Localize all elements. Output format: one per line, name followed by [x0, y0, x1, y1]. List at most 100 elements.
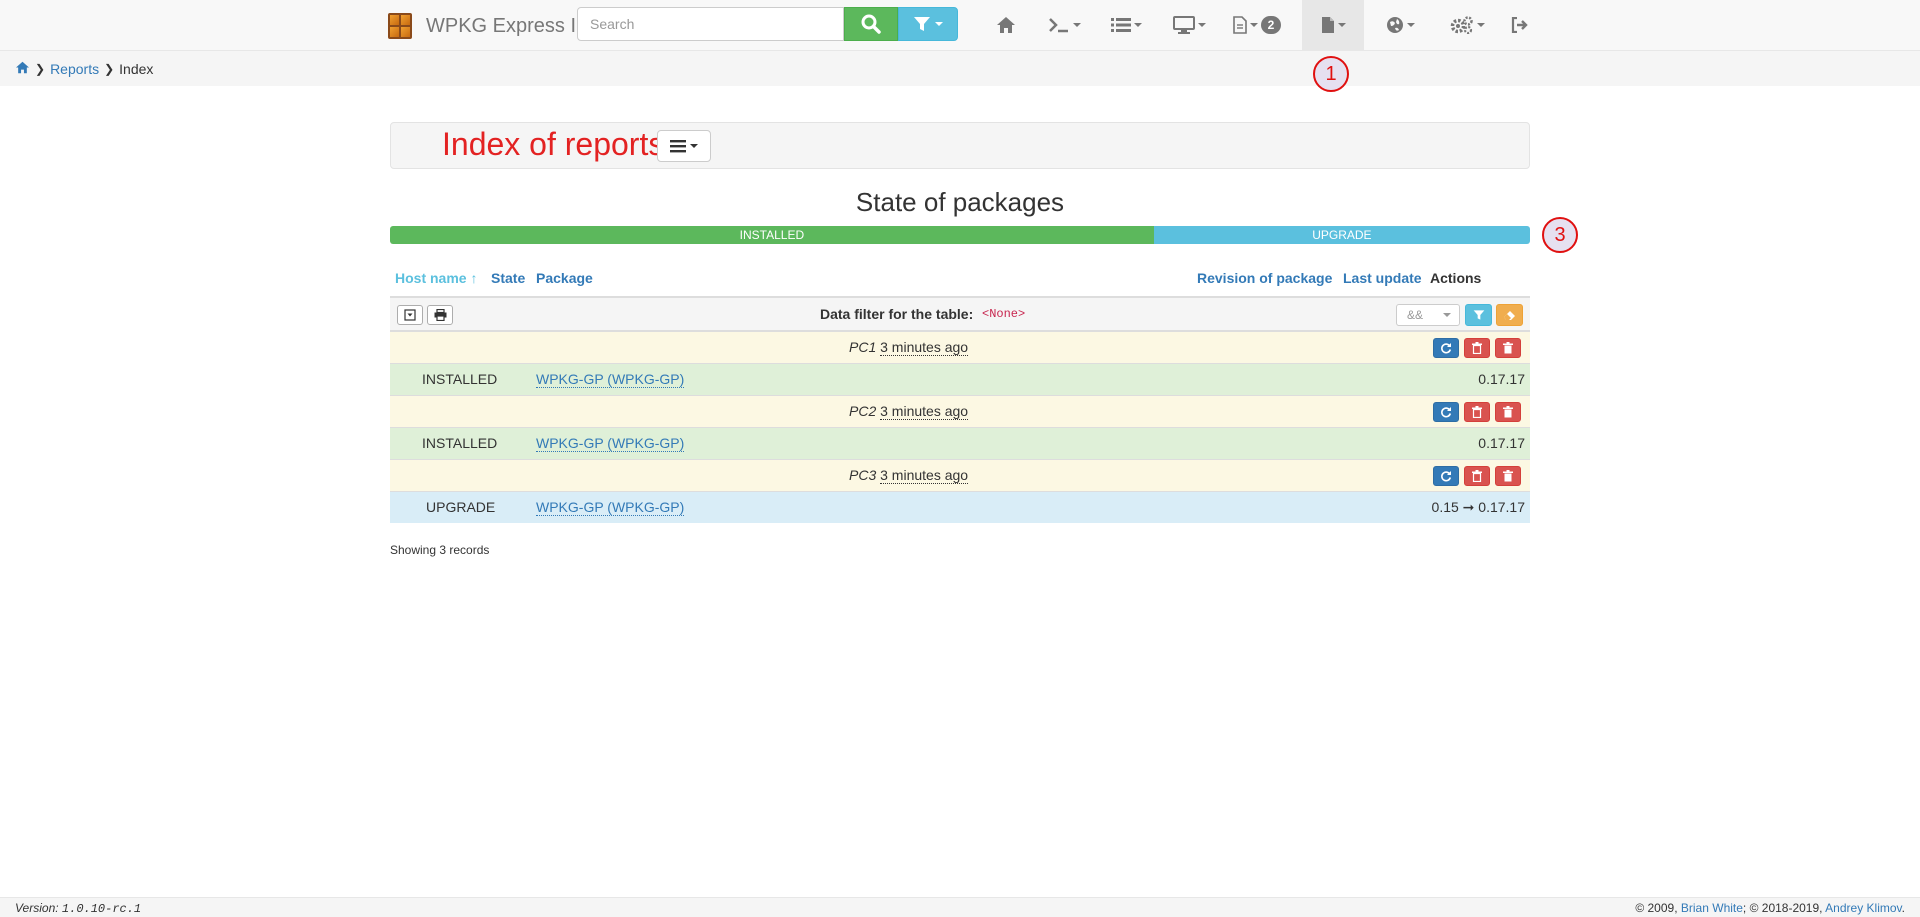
author-link-andrey-klimov[interactable]: Andrey Klimov [1825, 901, 1901, 915]
apply-filter-button[interactable] [1465, 304, 1492, 326]
delete-states-button[interactable] [1464, 466, 1490, 486]
brand-name: WPKG Express II [426, 14, 582, 37]
footer: Version: 1.0.10-rc.1 © 2009, Brian White… [0, 897, 1920, 917]
breadcrumb: ❯ Reports ❯ Index [0, 51, 1920, 86]
table-row-host: PC1 3 minutes ago [390, 331, 1530, 363]
trash-icon [1472, 470, 1482, 482]
page-header: Index of reports [390, 122, 1530, 169]
refresh-button[interactable] [1433, 466, 1459, 486]
filter-icon [914, 17, 930, 31]
print-icon [434, 309, 446, 321]
nav-console-menu[interactable] [1034, 0, 1094, 50]
nav-home[interactable] [980, 0, 1032, 50]
globe-icon [1386, 17, 1403, 33]
filter-value: <None> [982, 307, 1026, 321]
brand[interactable]: WPKG Express II [388, 12, 582, 40]
filter-operator-select[interactable]: && [1396, 304, 1460, 326]
progress-upgrade[interactable]: UPGRADE [1153, 226, 1530, 244]
column-state[interactable]: State [491, 270, 525, 286]
expand-filter-button[interactable] [397, 305, 423, 325]
nav-list-menu[interactable] [1096, 0, 1156, 50]
nav-computers-menu[interactable] [1158, 0, 1220, 50]
chevron-right-icon: ❯ [35, 61, 46, 76]
terminal-icon [1048, 18, 1068, 33]
trash-icon [1503, 406, 1513, 418]
chevron-down-icon [1250, 23, 1258, 27]
reports-table: Host name ↑ State Package Revision of pa… [390, 262, 1530, 523]
page-actions-menu-button[interactable] [657, 130, 711, 162]
copyright: © 2009, Brian White; © 2018-2019, Andrey… [1635, 901, 1905, 915]
revision-value: 0.17.17 [1478, 435, 1525, 451]
column-host-name[interactable]: Host name ↑ [395, 270, 477, 286]
copyright-end: . [1901, 901, 1905, 915]
progress-upgrade-label: UPGRADE [1312, 228, 1372, 242]
clear-filter-button[interactable] [1496, 304, 1523, 326]
filter-icon [1473, 310, 1484, 320]
delete-host-button[interactable] [1495, 466, 1521, 486]
chevron-down-icon [1337, 23, 1346, 27]
trash-icon [1503, 470, 1513, 482]
trash-icon [1472, 342, 1482, 354]
wpkg-logo-icon [388, 13, 412, 39]
table-row-package: INSTALLED WPKG-GP (WPKG-GP) 0.17.17 [390, 427, 1530, 459]
expand-icon [404, 309, 416, 321]
print-button[interactable] [427, 305, 453, 325]
delete-host-button[interactable] [1495, 402, 1521, 422]
table-row-host: PC3 3 minutes ago [390, 459, 1530, 491]
state-value: UPGRADE [426, 499, 496, 515]
host-cell: PC3 3 minutes ago [849, 467, 969, 484]
progress-installed[interactable]: INSTALLED [390, 226, 1154, 244]
column-revision[interactable]: Revision of package [1197, 270, 1332, 286]
chevron-down-icon [690, 144, 698, 148]
search-filter-button[interactable] [898, 7, 958, 41]
refresh-icon [1441, 343, 1452, 354]
package-link[interactable]: WPKG-GP (WPKG-GP) [536, 371, 685, 388]
breadcrumb-home[interactable] [15, 61, 30, 77]
package-link[interactable]: WPKG-GP (WPKG-GP) [536, 435, 685, 452]
search-input[interactable] [577, 7, 844, 41]
column-last-update[interactable]: Last update [1343, 270, 1422, 286]
nav-language-menu[interactable] [1370, 0, 1430, 50]
chevron-down-icon [1406, 23, 1415, 27]
chevron-down-icon [1476, 23, 1485, 27]
annotation-marker-1: 1 [1313, 56, 1349, 92]
state-progress-bar: INSTALLED UPGRADE [390, 226, 1530, 244]
table-row-host: PC2 3 minutes ago [390, 395, 1530, 427]
nav-logout[interactable] [1500, 0, 1540, 50]
nav-logs-menu[interactable]: 2 [1222, 0, 1292, 50]
table-filter-row: Data filter for the table: <None> && [390, 296, 1530, 331]
home-icon [997, 17, 1015, 33]
state-value: INSTALLED [422, 435, 498, 451]
page-title: Index of reports [442, 126, 665, 162]
progress-installed-label: INSTALLED [739, 228, 805, 242]
refresh-button[interactable] [1433, 402, 1459, 422]
search-button[interactable] [844, 7, 898, 41]
document-icon [1321, 17, 1334, 33]
file-icon [1233, 16, 1247, 34]
chevron-down-icon [935, 22, 943, 26]
author-link-brian-white[interactable]: Brian White [1681, 901, 1743, 915]
column-package[interactable]: Package [536, 270, 593, 286]
chevron-down-icon [1197, 23, 1206, 27]
package-link[interactable]: WPKG-GP (WPKG-GP) [536, 499, 685, 516]
breadcrumb-reports[interactable]: Reports [50, 61, 99, 77]
search-icon [861, 14, 881, 34]
records-count: Showing 3 records [390, 543, 490, 557]
revision-value: 0.17.17 [1478, 371, 1525, 387]
logout-icon [1511, 17, 1528, 33]
hamburger-icon [670, 140, 686, 153]
delete-states-button[interactable] [1464, 338, 1490, 358]
state-value: INSTALLED [422, 371, 498, 387]
nav-reports-menu[interactable] [1302, 0, 1364, 50]
home-icon [16, 61, 29, 73]
refresh-icon [1441, 407, 1452, 418]
trash-icon [1503, 342, 1513, 354]
filter-operator-value: && [1407, 308, 1424, 322]
copyright-text: © 2009, [1635, 901, 1678, 915]
nav-settings-menu[interactable] [1434, 0, 1500, 50]
delete-host-button[interactable] [1495, 338, 1521, 358]
refresh-button[interactable] [1433, 338, 1459, 358]
eraser-icon [1504, 311, 1515, 320]
host-name: PC2 [849, 403, 877, 419]
delete-states-button[interactable] [1464, 402, 1490, 422]
